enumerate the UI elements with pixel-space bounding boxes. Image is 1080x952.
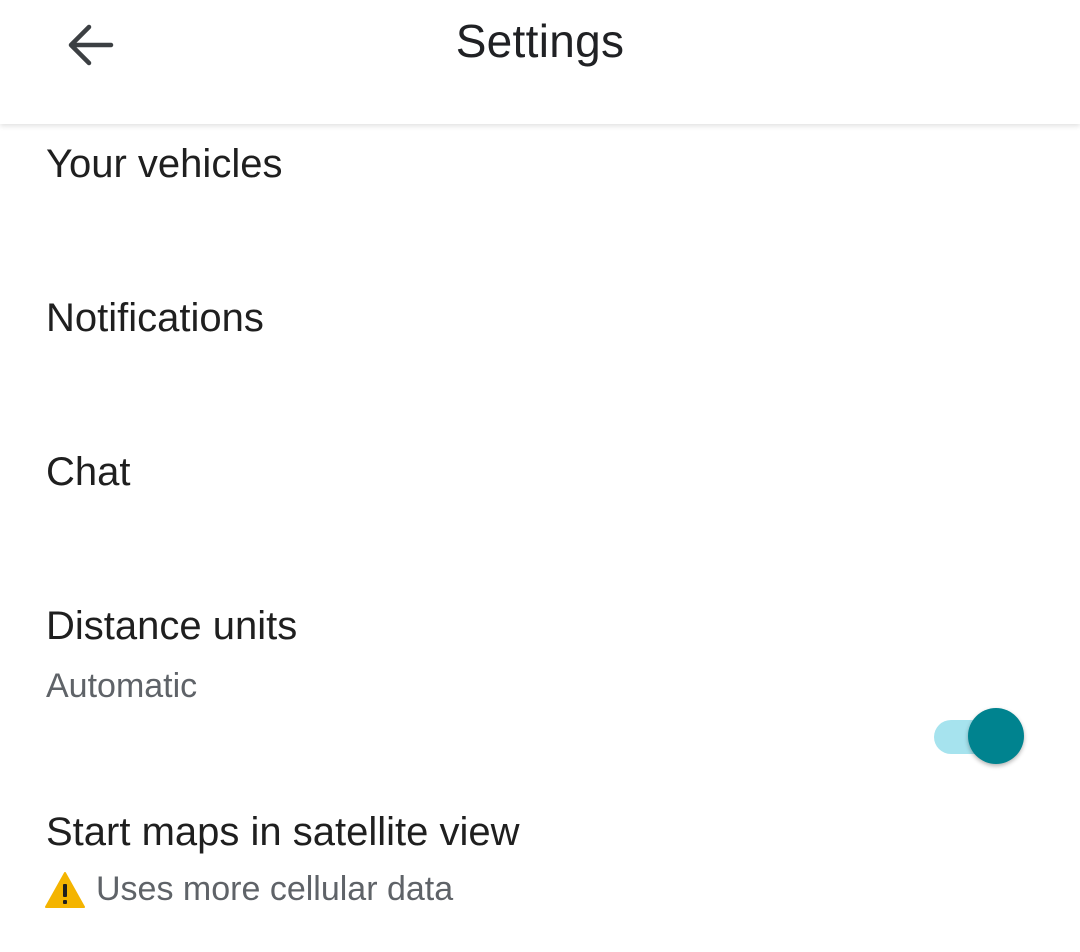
setting-title: Distance units <box>46 604 298 648</box>
setting-title: Your vehicles <box>46 142 283 186</box>
warning-icon <box>45 871 85 908</box>
setting-title: Start maps in satellite view <box>46 810 520 854</box>
settings-list: Your vehicles Notifications Chat Distanc… <box>0 124 1080 952</box>
setting-satellite-view[interactable]: Start maps in satellite view Uses more c… <box>0 752 1080 952</box>
setting-title: Notifications <box>46 296 264 340</box>
app-bar: Settings <box>0 0 1080 124</box>
toggle-thumb <box>968 708 1024 764</box>
page-title: Settings <box>455 15 625 67</box>
warning-text: Uses more cellular data <box>96 870 454 908</box>
warning-row: Uses more cellular data <box>44 870 453 909</box>
setting-subtitle: Automatic <box>46 667 198 705</box>
satellite-view-toggle[interactable] <box>932 706 1028 766</box>
setting-title: Chat <box>46 450 131 494</box>
setting-notifications[interactable]: Notifications <box>0 244 1080 398</box>
setting-chat[interactable]: Chat <box>0 398 1080 552</box>
setting-your-vehicles[interactable]: Your vehicles <box>0 124 1080 244</box>
setting-distance-units[interactable]: Distance units Automatic <box>0 552 1080 752</box>
